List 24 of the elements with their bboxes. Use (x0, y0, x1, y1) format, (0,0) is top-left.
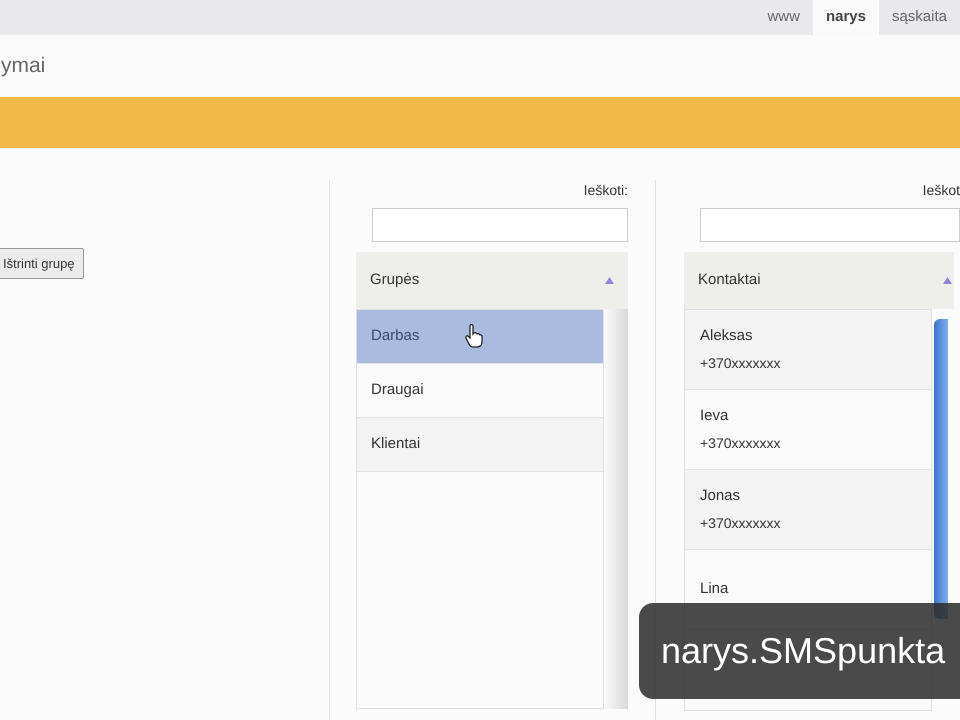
search-field[interactable] (372, 208, 628, 242)
delete-group-button[interactable]: Ištrinti grupę (0, 248, 84, 279)
contact-phone: +370xxxxxxx (700, 434, 782, 454)
page-title: ymai (1, 53, 46, 80)
hand-cursor-icon (465, 324, 483, 348)
groups-header[interactable]: Grupės (356, 252, 628, 309)
nav-tab[interactable]: www (754, 0, 813, 35)
contact-name: Jonas (700, 486, 742, 506)
sort-arrow-icon (605, 277, 614, 284)
search-field[interactable] (700, 208, 960, 242)
contact-phone: +370xxxxxxx (700, 514, 782, 534)
group-item[interactable]: Darbas (357, 310, 603, 364)
contact-phone: +370xxxxxxx (700, 354, 782, 374)
search-label: Ieškot (922, 181, 960, 200)
video-caption: narys.SMSpunkta (639, 603, 960, 699)
contact-name: Lina (700, 579, 730, 600)
nav-tab[interactable]: narys (812, 0, 879, 35)
contacts-header[interactable]: Kontaktai (684, 252, 954, 309)
contact-name: Aleksas (700, 326, 754, 346)
nav-tab[interactable]: sąskaita (878, 0, 960, 35)
search-label: Ieškoti: (584, 181, 628, 200)
sort-arrow-icon (943, 277, 952, 284)
group-item[interactable]: Klientai (357, 418, 603, 472)
contact-name: Ieva (700, 406, 730, 426)
